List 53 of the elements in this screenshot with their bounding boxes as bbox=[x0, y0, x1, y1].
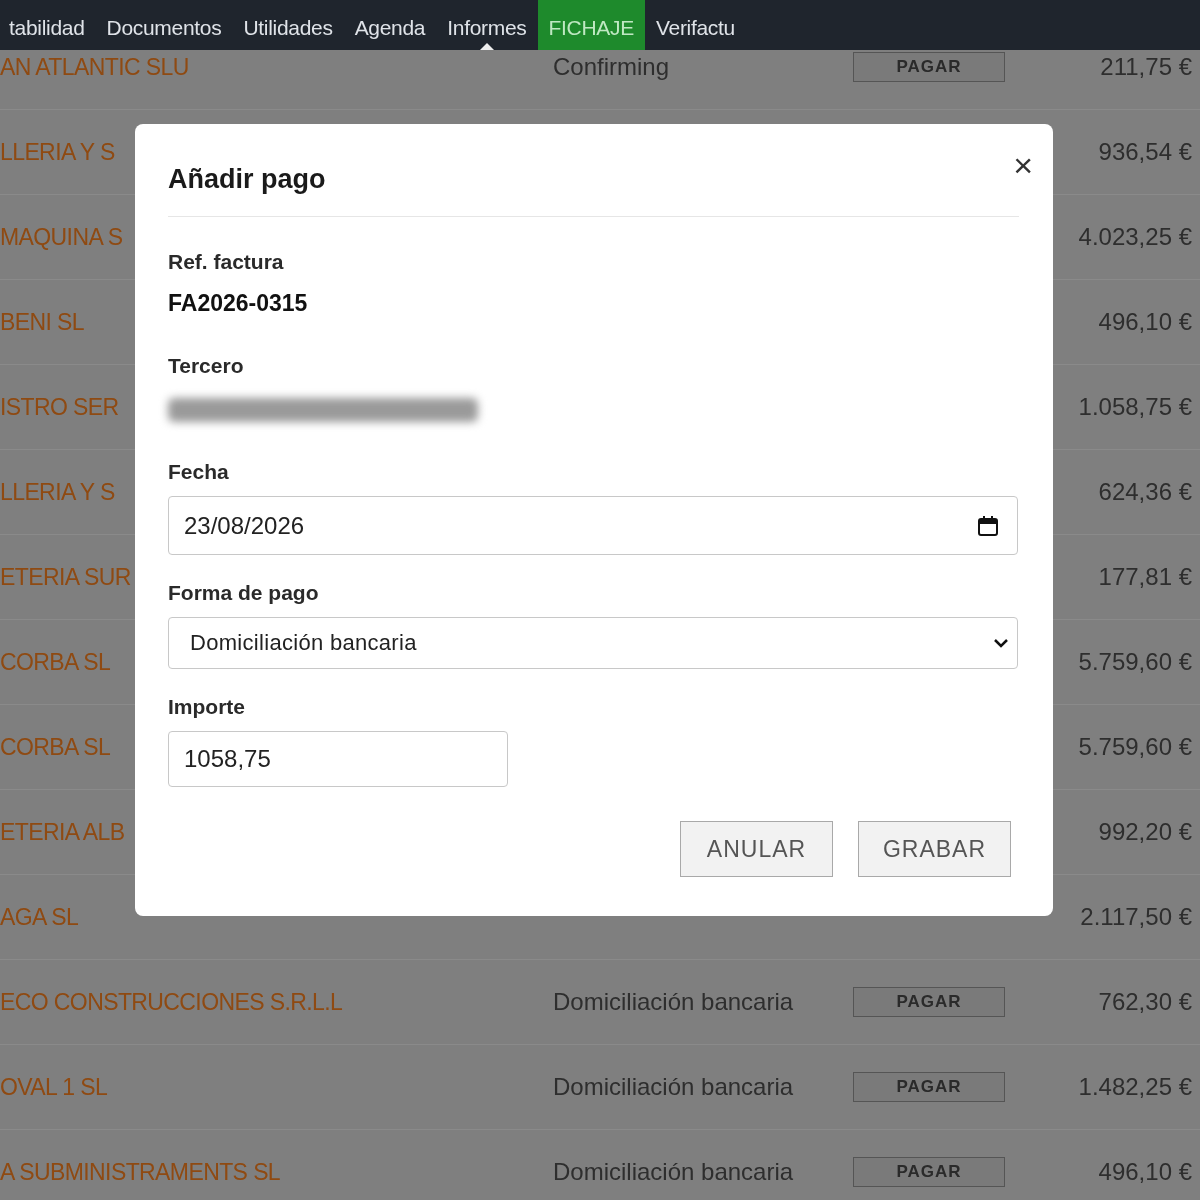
amount: 211,75 € bbox=[1100, 53, 1192, 81]
dialog-button[interactable]: ANULAR bbox=[680, 821, 833, 877]
chevron-down-icon bbox=[993, 638, 1009, 648]
date-field[interactable]: 23/08/2026 bbox=[168, 496, 1018, 555]
amount: 5.759,60 € bbox=[1078, 733, 1192, 761]
payment-method: Domiciliación bancaria bbox=[553, 1073, 794, 1101]
close-button[interactable]: × bbox=[1007, 148, 1039, 182]
supplier-name: ETERIA ALB bbox=[0, 818, 125, 846]
supplier-name: LLERIA Y S bbox=[0, 138, 115, 166]
field-label: Importe bbox=[168, 695, 245, 719]
amount: 5.759,60 € bbox=[1078, 648, 1192, 676]
supplier-name: ECO CONSTRUCCIONES S.R.L.L bbox=[0, 988, 343, 1016]
supplier-name: MAQUINA S bbox=[0, 223, 123, 251]
supplier-name: AGA SL bbox=[0, 903, 79, 931]
nav-tab[interactable]: Agenda bbox=[343, 0, 437, 50]
amount: 992,20 € bbox=[1098, 818, 1192, 846]
amount: 4.023,25 € bbox=[1078, 223, 1192, 251]
field-label: Fecha bbox=[168, 460, 229, 484]
payment-method-select[interactable]: Domiciliación bancaria bbox=[168, 617, 1018, 669]
nav-tab[interactable]: tabilidad bbox=[0, 0, 96, 50]
amount: 496,10 € bbox=[1098, 308, 1192, 336]
dialog-title: Añadir pago bbox=[168, 163, 326, 195]
nav-tab[interactable]: Informes bbox=[436, 0, 538, 50]
supplier-name: LLERIA Y S bbox=[0, 478, 115, 506]
dialog-button[interactable]: GRABAR bbox=[858, 821, 1011, 877]
supplier-name: OVAL 1 SL bbox=[0, 1073, 108, 1101]
amount: 2.117,50 € bbox=[1080, 903, 1192, 931]
nav-tab[interactable]: Documentos bbox=[95, 0, 233, 50]
nav-tab[interactable]: Utilidades bbox=[232, 0, 344, 50]
supplier-name: CORBA SL bbox=[0, 733, 111, 761]
payment-method: Domiciliación bancaria bbox=[553, 1158, 794, 1186]
invoice-ref: FA2026-0315 bbox=[168, 290, 308, 317]
supplier-name: A SUBMINISTRAMENTS SL bbox=[0, 1158, 281, 1186]
field-label: Tercero bbox=[168, 354, 244, 378]
amount: 1.482,25 € bbox=[1078, 1073, 1192, 1101]
amount: 936,54 € bbox=[1098, 138, 1192, 166]
supplier-name: ETERIA SUR bbox=[0, 563, 131, 591]
amount: 762,30 € bbox=[1098, 988, 1192, 1016]
supplier-name: ISTRO SER bbox=[0, 393, 119, 421]
payment-method: Domiciliación bancaria bbox=[553, 988, 794, 1016]
supplier-name: BENI SL bbox=[0, 308, 84, 336]
payment-method: Confirming bbox=[553, 53, 670, 81]
field-label: Ref. factura bbox=[168, 250, 284, 274]
field-label: Forma de pago bbox=[168, 581, 319, 605]
calendar-icon[interactable] bbox=[977, 514, 999, 537]
amount: 1.058,75 € bbox=[1078, 393, 1192, 421]
amount: 624,36 € bbox=[1098, 478, 1192, 506]
nav-tab[interactable]: Verifactu bbox=[644, 0, 746, 50]
amount: 496,10 € bbox=[1098, 1158, 1192, 1186]
amount: 177,81 € bbox=[1098, 563, 1192, 591]
supplier-name: CORBA SL bbox=[0, 648, 111, 676]
amount-field[interactable]: 1058,75 bbox=[168, 731, 508, 787]
supplier-name: AN ATLANTIC SLU bbox=[0, 53, 189, 81]
